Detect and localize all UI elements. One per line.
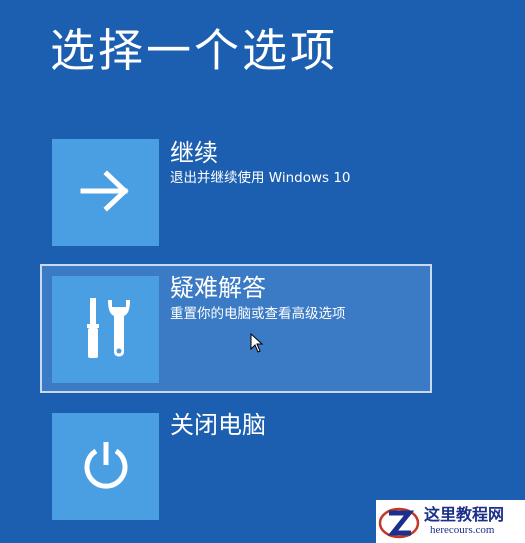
continue-option[interactable]: 继续 退出并继续使用 Windows 10	[52, 139, 432, 246]
power-icon	[80, 439, 132, 495]
continue-tile[interactable]	[52, 139, 159, 246]
page-title: 选择一个选项	[50, 24, 339, 77]
troubleshoot-description: 重置你的电脑或查看高级选项	[170, 306, 346, 322]
continue-description: 退出并继续使用 Windows 10	[170, 170, 351, 186]
mouse-cursor-icon	[250, 332, 264, 357]
watermark-url: herecours.com	[430, 523, 495, 536]
shutdown-option[interactable]: 关闭电脑	[52, 413, 432, 523]
shutdown-tile[interactable]	[52, 413, 159, 520]
continue-label: 继续	[170, 139, 218, 167]
watermark: 这里教程网 herecours.com	[376, 500, 525, 543]
tools-icon	[81, 296, 131, 364]
watermark-title: 这里教程网	[424, 505, 505, 525]
troubleshoot-label: 疑难解答	[170, 274, 266, 302]
troubleshoot-option[interactable]: 疑难解答 重置你的电脑或查看高级选项	[40, 264, 432, 393]
arrow-right-icon	[79, 169, 133, 216]
troubleshoot-tile[interactable]	[52, 276, 159, 383]
shutdown-label: 关闭电脑	[170, 411, 266, 439]
watermark-logo-icon	[376, 500, 422, 543]
